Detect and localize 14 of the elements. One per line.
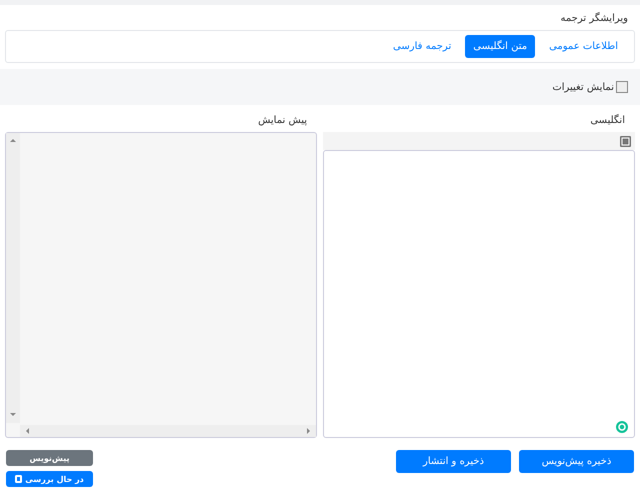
action-button[interactable]: ذخیره پیش‌نویس xyxy=(519,450,634,473)
editor-label: انگلیسی xyxy=(589,115,626,128)
tab[interactable]: ترجمه فارسی xyxy=(385,35,460,58)
tab[interactable]: اطلاعات عمومی xyxy=(541,35,626,58)
status-button[interactable]: پیش‌نویس xyxy=(6,450,93,466)
document-icon xyxy=(15,475,22,483)
window-title: ویرایشگر ترجمه xyxy=(560,11,629,26)
grammar-check-icon[interactable] xyxy=(616,421,628,433)
tab[interactable]: متن انگلیسی xyxy=(465,35,536,58)
preview-label: پیش نمایش xyxy=(257,115,308,128)
show-changes-checkbox[interactable]: نمایش تغییرات xyxy=(552,81,628,93)
fullscreen-icon[interactable] xyxy=(620,136,631,146)
action-button[interactable]: ذخیره و انتشار xyxy=(396,450,511,473)
status-button[interactable]: در حال بررسی xyxy=(6,471,93,487)
